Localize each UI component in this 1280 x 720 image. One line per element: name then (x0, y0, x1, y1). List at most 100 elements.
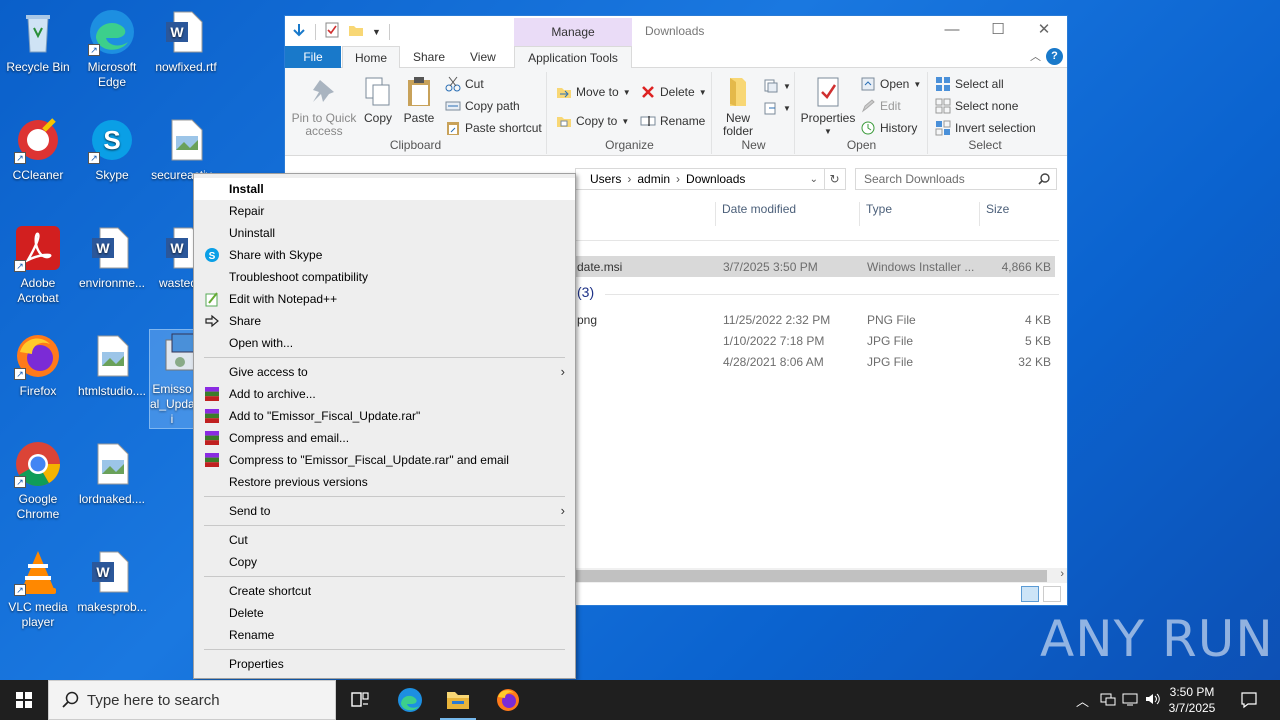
menu-item-cut[interactable]: Cut (194, 529, 575, 551)
down-arrow-icon[interactable] (291, 22, 307, 41)
rename-button[interactable]: Rename (640, 111, 705, 131)
desktop-icon-makesprob[interactable]: W makesprob... (74, 548, 150, 615)
file-group-header[interactable]: (3) (577, 284, 594, 300)
desktop-icon-ccleaner[interactable]: ↗ CCleaner (0, 116, 76, 183)
menu-item-restore-versions[interactable]: Restore previous versions (194, 471, 575, 493)
new-folder-button[interactable]: New folder (717, 74, 759, 138)
copy-to-button[interactable]: Copy to ▼ (556, 111, 629, 131)
refresh-button[interactable]: ↻ (824, 168, 846, 190)
address-bar[interactable]: Users › admin › Downloads ⌄ (575, 168, 825, 190)
properties-button[interactable]: Properties ▼ (798, 74, 858, 138)
breadcrumb-admin[interactable]: admin (637, 172, 670, 186)
menu-item-install[interactable]: Install (194, 178, 575, 200)
history-button[interactable]: History (860, 118, 917, 138)
menu-item-rename[interactable]: Rename (194, 624, 575, 646)
desktop-icon-lordnaked[interactable]: lordnaked.... (74, 440, 150, 507)
file-row[interactable]: 1/10/2022 7:18 PM JPG File 5 KB (575, 330, 1055, 351)
menu-item-add-to-archive[interactable]: Add to archive... (194, 383, 575, 405)
maximize-button[interactable]: ☐ (975, 16, 1021, 46)
menu-item-open-with[interactable]: Open with... (194, 332, 575, 354)
scroll-right-icon[interactable]: › (1060, 568, 1064, 580)
manage-context-tab[interactable]: Manage (514, 18, 632, 46)
desktop-icon-firefox[interactable]: ↗ Firefox (0, 332, 76, 399)
start-button[interactable] (0, 680, 48, 720)
large-icons-view-button[interactable] (1043, 586, 1061, 602)
taskbar-firefox[interactable] (484, 680, 532, 720)
select-none-button[interactable]: Select none (935, 96, 1018, 116)
desktop-icon-emissor-msi[interactable]: Emisso al_Upda i (149, 329, 195, 429)
clock[interactable]: 3:50 PM 3/7/2025 (1162, 684, 1222, 716)
delete-button[interactable]: Delete ▼ (640, 82, 707, 102)
address-dropdown-icon[interactable]: ⌄ (810, 174, 818, 185)
copy-button[interactable]: Copy (359, 74, 397, 125)
menu-item-share[interactable]: Share (194, 310, 575, 332)
chevron-down-icon[interactable]: ▼ (372, 27, 381, 37)
desktop-icon-skype[interactable]: S ↗ Skype (74, 116, 150, 183)
file-row[interactable]: 4/28/2021 8:06 AM JPG File 32 KB (575, 351, 1055, 372)
desktop-icon-vlc[interactable]: ↗ VLC media player (0, 548, 76, 630)
breadcrumb-users[interactable]: Users (590, 172, 621, 186)
edit-button[interactable]: Edit (860, 96, 901, 116)
details-view-button[interactable] (1021, 586, 1039, 602)
desktop-icon-adobe-acrobat[interactable]: ↗ Adobe Acrobat (0, 224, 76, 306)
breadcrumb-downloads[interactable]: Downloads (686, 172, 745, 186)
menu-item-compress-rar-email[interactable]: Compress to "Emissor_Fiscal_Update.rar" … (194, 449, 575, 471)
tab-file[interactable]: File (285, 46, 341, 69)
menu-item-create-shortcut[interactable]: Create shortcut (194, 580, 575, 602)
menu-item-share-with-skype[interactable]: S Share with Skype (194, 244, 575, 266)
display-icon[interactable] (1122, 691, 1138, 710)
desktop-icon-google-chrome[interactable]: ↗ Google Chrome (0, 440, 76, 522)
paste-shortcut-button[interactable]: Paste shortcut (445, 118, 542, 138)
file-row[interactable]: png 11/25/2022 2:32 PM PNG File 4 KB (575, 309, 1055, 330)
pin-to-quick-access-button[interactable]: Pin to Quick access (289, 74, 359, 138)
menu-item-send-to[interactable]: Send to › (194, 500, 575, 522)
new-folder-icon[interactable] (348, 22, 364, 41)
menu-item-compress-email[interactable]: Compress and email... (194, 427, 575, 449)
network-icon[interactable] (1100, 691, 1116, 710)
copy-path-button[interactable]: Copy path (445, 96, 520, 116)
menu-item-delete[interactable]: Delete (194, 602, 575, 624)
volume-icon[interactable] (1144, 691, 1160, 710)
new-item-button[interactable]: ▼ (763, 76, 791, 96)
column-header-size[interactable]: Size (979, 202, 1059, 226)
move-to-button[interactable]: Move to ▼ (556, 82, 631, 102)
menu-item-copy[interactable]: Copy (194, 551, 575, 573)
tab-home[interactable]: Home (342, 46, 401, 69)
tab-view[interactable]: View (458, 46, 508, 69)
menu-item-repair[interactable]: Repair (194, 200, 575, 222)
scrollbar-thumb[interactable] (575, 570, 1047, 582)
paste-button[interactable]: Paste (399, 74, 439, 125)
tab-share[interactable]: Share (401, 46, 457, 69)
desktop-icon-environment-doc[interactable]: W environme... (74, 224, 150, 291)
menu-item-edit-notepad[interactable]: Edit with Notepad++ (194, 288, 575, 310)
menu-item-add-to-rar[interactable]: Add to "Emissor_Fiscal_Update.rar" (194, 405, 575, 427)
taskbar-search-input[interactable]: Type here to search (48, 680, 336, 720)
collapse-ribbon-icon[interactable]: ︿ (1030, 48, 1041, 64)
search-input[interactable]: Search Downloads (855, 168, 1057, 190)
cut-button[interactable]: Cut (445, 74, 484, 94)
easy-access-button[interactable]: ▼ (763, 98, 791, 118)
properties-check-icon[interactable] (324, 22, 340, 41)
desktop-icon-htmlstudio[interactable]: htmlstudio.... (74, 332, 150, 399)
desktop-icon-recycle-bin[interactable]: Recycle Bin (0, 8, 76, 75)
menu-item-uninstall[interactable]: Uninstall (194, 222, 575, 244)
help-icon[interactable]: ? (1046, 48, 1063, 65)
desktop-icon-nowfixed-rtf[interactable]: W nowfixed.rtf (148, 8, 224, 75)
taskbar-edge[interactable] (386, 680, 434, 720)
invert-selection-button[interactable]: Invert selection (935, 118, 1036, 138)
select-all-button[interactable]: Select all (935, 74, 1004, 94)
desktop-icon-microsoft-edge[interactable]: ↗ Microsoft Edge (74, 8, 150, 90)
taskbar-file-explorer[interactable] (434, 680, 482, 720)
tab-application-tools[interactable]: Application Tools (514, 46, 632, 69)
column-header-date[interactable]: Date modified (715, 202, 859, 226)
task-view-button[interactable] (336, 680, 384, 720)
notification-icon[interactable] (1240, 691, 1258, 712)
menu-item-give-access[interactable]: Give access to › (194, 361, 575, 383)
menu-item-properties[interactable]: Properties (194, 653, 575, 675)
menu-item-troubleshoot[interactable]: Troubleshoot compatibility (194, 266, 575, 288)
chevron-up-icon[interactable]: ︿ (1076, 691, 1089, 710)
minimize-button[interactable]: — (929, 16, 975, 46)
file-row[interactable]: date.msi 3/7/2025 3:50 PM Windows Instal… (575, 256, 1055, 277)
open-button[interactable]: Open ▼ (860, 74, 921, 94)
column-header-type[interactable]: Type (859, 202, 979, 226)
